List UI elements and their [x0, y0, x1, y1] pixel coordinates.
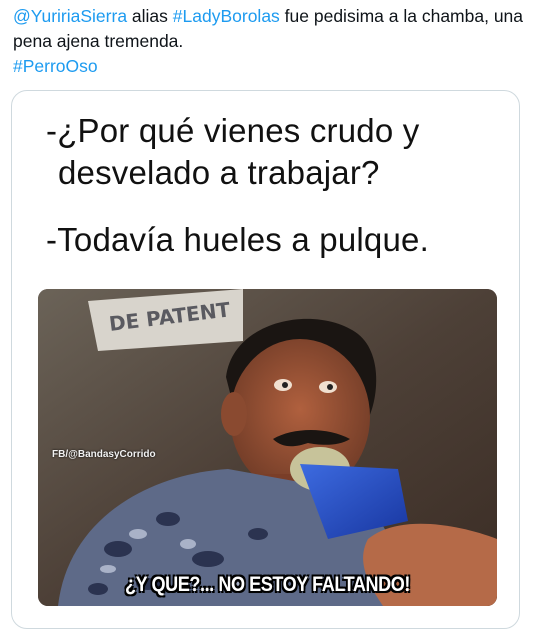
watermark: FB/@BandasyCorrido — [52, 449, 156, 460]
mention-link[interactable]: @YuririaSierra — [13, 6, 127, 26]
meme-question-line-2: desvelado a trabajar? — [58, 154, 380, 191]
hashtag-link-ladyborolas[interactable]: #LadyBorolas — [173, 6, 280, 26]
tweet-text-segment: alias — [127, 6, 173, 26]
meme-question-line-1: -¿Por qué vienes crudo y — [46, 112, 420, 149]
hashtag-link-perrooso[interactable]: #PerroOso — [13, 56, 98, 76]
meme-caption: ¿Y QUE?... NO ESTOY FALTANDO! — [125, 573, 410, 596]
tweet-text: @YuririaSierra alias #LadyBorolas fue pe… — [13, 4, 528, 79]
meme-answer-line: -Todavía hueles a pulque. — [46, 221, 429, 258]
meme-photo: DE PATENT FB/@BandasyCorrido ¿Y QUE?... … — [38, 289, 497, 606]
media-card[interactable]: -¿Por qué vienes crudo y desvelado a tra… — [11, 90, 520, 629]
